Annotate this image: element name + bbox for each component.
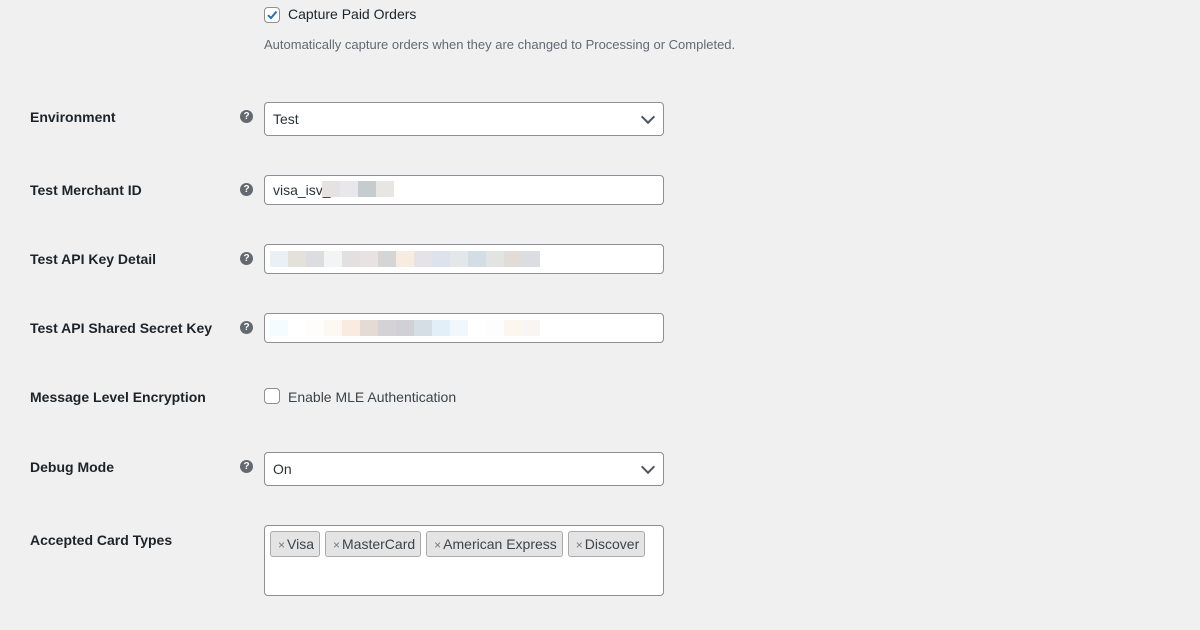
debug-mode-select[interactable]: On — [264, 452, 664, 486]
redacted-value — [270, 251, 540, 267]
environment-value: Test — [273, 111, 299, 127]
debug-mode-value: On — [273, 461, 292, 477]
capture-description: Automatically capture orders when they a… — [264, 37, 735, 52]
card-types-label: Accepted Card Types — [30, 531, 172, 549]
mle-label: Message Level Encryption — [30, 388, 206, 406]
checkmark-icon — [265, 8, 279, 22]
capture-paid-orders-label: Capture Paid Orders — [288, 6, 416, 22]
help-icon[interactable]: ? — [240, 110, 253, 123]
remove-icon[interactable]: × — [333, 538, 340, 552]
tag-label: American Express — [443, 536, 557, 552]
help-icon[interactable]: ? — [240, 183, 253, 196]
mle-checkbox-label: Enable MLE Authentication — [288, 389, 456, 405]
environment-label: Environment — [30, 108, 116, 126]
card-type-tag[interactable]: ×Discover — [568, 531, 645, 557]
debug-mode-label: Debug Mode — [30, 458, 114, 476]
help-icon[interactable]: ? — [240, 252, 253, 265]
environment-select[interactable]: Test — [264, 102, 664, 136]
merchant-id-input[interactable]: visa_isv_ — [264, 175, 664, 205]
card-type-tag[interactable]: ×Visa — [270, 531, 320, 557]
remove-icon[interactable]: × — [278, 538, 285, 552]
tag-label: MasterCard — [342, 536, 415, 552]
help-icon[interactable]: ? — [240, 460, 253, 473]
secret-key-label: Test API Shared Secret Key — [30, 319, 212, 337]
card-type-tag[interactable]: ×American Express — [426, 531, 563, 557]
remove-icon[interactable]: × — [576, 538, 583, 552]
chevron-down-icon — [641, 110, 655, 124]
remove-icon[interactable]: × — [434, 538, 441, 552]
redacted-value — [322, 181, 394, 197]
tag-label: Visa — [287, 536, 314, 552]
redacted-value — [270, 320, 540, 336]
secret-key-input[interactable] — [264, 313, 664, 343]
api-key-label: Test API Key Detail — [30, 250, 156, 268]
merchant-id-label: Test Merchant ID — [30, 181, 142, 199]
tag-label: Discover — [585, 536, 639, 552]
card-types-multiselect[interactable]: ×Visa×MasterCard×American Express×Discov… — [264, 525, 664, 596]
card-type-tag[interactable]: ×MasterCard — [325, 531, 421, 557]
capture-paid-orders-checkbox[interactable] — [264, 7, 280, 23]
mle-checkbox[interactable] — [264, 388, 280, 404]
chevron-down-icon — [641, 460, 655, 474]
api-key-input[interactable] — [264, 244, 664, 274]
help-icon[interactable]: ? — [240, 321, 253, 334]
